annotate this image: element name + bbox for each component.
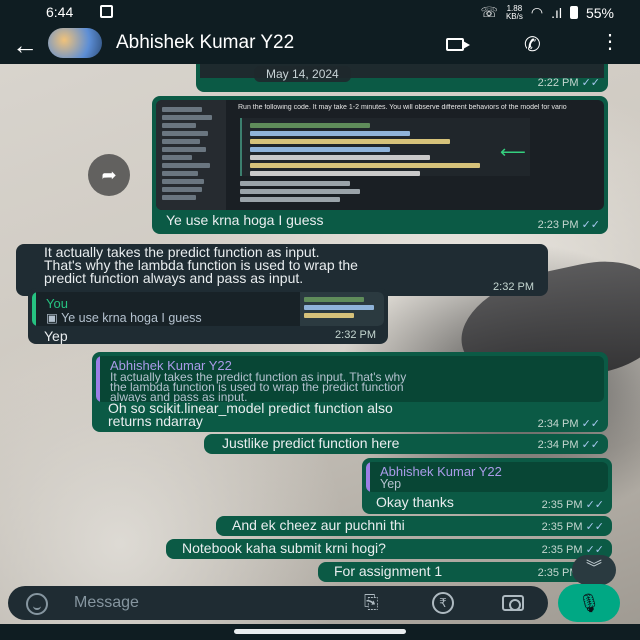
volte-icon: ☏ xyxy=(480,4,498,20)
home-gesture-bar[interactable] xyxy=(234,629,406,634)
more-options-icon[interactable]: ⋮ xyxy=(600,32,620,52)
message-bubble-outgoing[interactable]: And ek cheez aur puchni thi 2:35 PM ✓✓ xyxy=(216,516,612,536)
message-bubble-outgoing[interactable]: Abhishek Kumar Y22 Yep Okay thanks 2:35 … xyxy=(362,458,612,514)
quoted-message[interactable]: You ▣ Ye use krna hoga I guess xyxy=(32,292,384,326)
quoted-message[interactable]: Abhishek Kumar Y22 Yep xyxy=(366,462,608,492)
message-time: 2:35 PM✓✓ xyxy=(541,499,604,511)
message-text: Notebook kaha submit krni hogi? xyxy=(182,540,386,556)
paperclip-icon[interactable]: ⎘ xyxy=(364,592,378,613)
message-time: 2:22 PM ✓✓ xyxy=(537,77,600,89)
message-bubble-outgoing[interactable]: Abhishek Kumar Y22 It actually takes the… xyxy=(92,352,608,432)
rupee-payment-icon[interactable]: ₹ xyxy=(432,592,454,614)
read-ticks-icon: ✓✓ xyxy=(585,499,604,511)
quoted-image-thumbnail xyxy=(300,292,384,326)
read-ticks-icon: ✓✓ xyxy=(581,418,600,430)
green-arrow-annotation: ⟵ xyxy=(500,142,526,162)
microphone-icon: 🎙 xyxy=(577,593,601,613)
forward-icon[interactable]: ➦ xyxy=(88,154,130,196)
date-label: May 14, 2024 xyxy=(254,66,351,82)
system-navigation-bar xyxy=(0,624,640,640)
network-speed: 1.88 KB/s xyxy=(505,3,523,21)
message-input[interactable] xyxy=(74,592,344,614)
chat-header: ← Abhishek Kumar Y22 ✆ ⋮ xyxy=(0,24,640,64)
scroll-to-bottom-icon[interactable]: ︾ xyxy=(572,555,616,585)
status-bar: 6:44 ☏ 1.88 KB/s ◠ .ıl 55% xyxy=(0,0,640,24)
battery-percent: 55% xyxy=(585,4,614,21)
message-time: 2:34 PM ✓✓ xyxy=(537,418,600,430)
message-text: Ye use krna hoga I guess xyxy=(166,212,324,228)
message-time: 2:32 PM xyxy=(493,281,534,293)
message-time: 2:23 PM ✓✓ xyxy=(537,219,600,231)
screenshot-notification-icon xyxy=(100,5,113,18)
microphone-button[interactable]: 🎙 xyxy=(558,584,620,622)
back-arrow-icon[interactable]: ← xyxy=(12,30,38,61)
message-text: For assignment 1 xyxy=(334,563,443,579)
message-bubble-incoming[interactable]: You ▣ Ye use krna hoga I guess Yep 2:32 … xyxy=(28,288,388,344)
quoted-message[interactable]: Abhishek Kumar Y22 It actually takes the… xyxy=(96,356,604,402)
read-ticks-icon: ✓✓ xyxy=(581,439,600,451)
code-screenshot-image[interactable]: Run the following code. It may take 1-2 … xyxy=(156,100,604,210)
message-bubble-outgoing[interactable]: Run the following code. It may take 1-2 … xyxy=(152,96,608,234)
phone-call-icon[interactable]: ✆ xyxy=(524,32,541,57)
message-bubble-outgoing[interactable]: For assignment 1 2:35 PM✓✓ xyxy=(318,562,608,582)
message-text: Yep xyxy=(44,328,68,344)
image-quote-icon: ▣ xyxy=(46,311,62,325)
message-bubble-outgoing[interactable]: Justlike predict function here 2:34 PM ✓✓ xyxy=(204,434,608,454)
emoji-icon[interactable] xyxy=(26,593,48,615)
message-bubble-outgoing[interactable]: Notebook kaha submit krni hogi? 2:35 PM ✓… xyxy=(166,539,612,559)
contact-name[interactable]: Abhishek Kumar Y22 xyxy=(116,32,294,54)
message-text: Justlike predict function here xyxy=(222,435,400,451)
message-time: 2:35 PM✓✓ xyxy=(541,521,604,533)
read-ticks-icon: ✓✓ xyxy=(585,521,604,533)
message-text: It actually takes the predict function a… xyxy=(44,244,358,286)
read-ticks-icon: ✓✓ xyxy=(581,219,600,231)
message-text: Oh so scikit.linear_model predict functi… xyxy=(108,400,393,429)
message-text: And ek cheez aur puchni thi xyxy=(232,517,405,533)
contact-avatar[interactable] xyxy=(48,28,102,58)
message-time: 2:34 PM ✓✓ xyxy=(537,439,600,451)
image-caption-text: Run the following code. It may take 1-2 … xyxy=(238,104,567,111)
message-list[interactable]: May 14, 2024 2:22 PM ✓✓ ➦ Run the followi… xyxy=(0,64,640,585)
message-time: 2:32 PM xyxy=(335,329,376,341)
camera-icon[interactable] xyxy=(502,595,524,611)
signal-icon: .ıl xyxy=(551,4,562,21)
wifi-icon: ◠ xyxy=(530,4,544,20)
message-text: Okay thanks xyxy=(376,494,454,510)
message-bubble-outgoing[interactable]: May 14, 2024 2:22 PM ✓✓ xyxy=(196,64,608,92)
video-call-icon[interactable] xyxy=(446,38,470,51)
read-ticks-icon: ✓✓ xyxy=(581,77,600,89)
message-composer: ⎘ ₹ xyxy=(8,586,548,620)
battery-icon xyxy=(569,6,578,19)
status-time: 6:44 xyxy=(46,4,74,20)
